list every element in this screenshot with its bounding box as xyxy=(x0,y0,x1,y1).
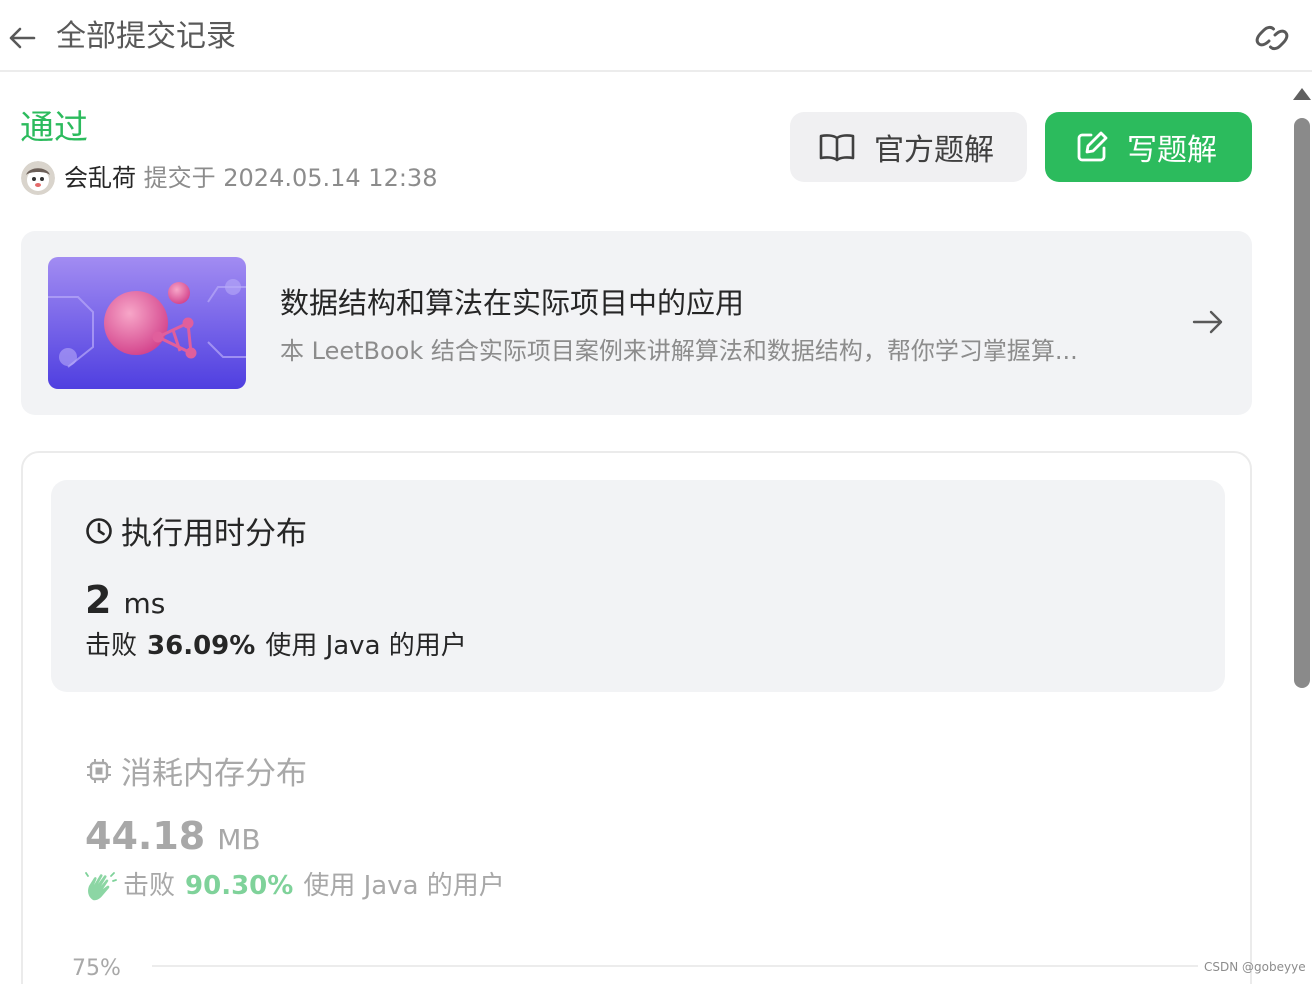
book-cover-image xyxy=(48,257,246,389)
memory-beats-prefix: 击败 xyxy=(123,871,176,901)
runtime-heading: 执行用时分布 xyxy=(85,508,307,553)
memory-beats-suffix: 使用 Java 的用户 xyxy=(303,871,505,901)
edit-pencil-icon xyxy=(1077,131,1108,162)
top-bar: 全部提交记录 xyxy=(0,0,1312,72)
write-solution-button[interactable]: 写题解 xyxy=(1045,112,1252,182)
runtime-value-row: 2 ms xyxy=(85,578,165,622)
arrow-right-icon xyxy=(1192,310,1223,334)
runtime-panel[interactable]: 执行用时分布 2 ms 击败 36.09% 使用 Java 的用户 xyxy=(51,480,1225,692)
watermark: CSDN @gobeyye xyxy=(1204,960,1306,974)
clock-icon xyxy=(86,517,112,544)
memory-value-row: 44.18 MB xyxy=(85,814,261,858)
y-tick-label: 75% xyxy=(72,956,121,981)
vertical-scrollbar[interactable] xyxy=(1290,86,1312,984)
runtime-beats-prefix: 击败 xyxy=(85,631,138,661)
back-arrow-icon[interactable] xyxy=(6,22,38,54)
book-open-icon xyxy=(819,134,855,162)
scrollbar-thumb[interactable] xyxy=(1294,118,1310,688)
memory-beats: 击败 90.30% 使用 Java 的用户 xyxy=(85,868,505,904)
chart-gridline xyxy=(152,965,1198,967)
memory-value: 44.18 xyxy=(85,814,206,858)
page-title: 全部提交记录 xyxy=(56,19,236,54)
memory-panel[interactable]: 消耗内存分布 44.18 MB 击败 90.30% 使用 Java 的用户 xyxy=(51,718,1225,901)
submission-meta: 会乱荷 提交于 2024.05.14 12:38 xyxy=(64,160,437,196)
runtime-unit: ms xyxy=(123,587,166,620)
clapping-hands-icon xyxy=(85,872,117,901)
leetbook-card[interactable]: 数据结构和算法在实际项目中的应用 本 LeetBook 结合实际项目案例来讲解算… xyxy=(21,231,1252,415)
avatar-image xyxy=(21,161,55,195)
performance-stats-card: 执行用时分布 2 ms 击败 36.09% 使用 Java 的用户 消耗内存分布… xyxy=(21,451,1252,984)
runtime-beats: 击败 36.09% 使用 Java 的用户 xyxy=(85,628,467,664)
runtime-beats-suffix: 使用 Java 的用户 xyxy=(265,631,467,661)
user-name[interactable]: 会乱荷 xyxy=(64,164,136,192)
write-solution-label: 写题解 xyxy=(1127,133,1217,168)
runtime-value: 2 xyxy=(85,578,112,622)
submission-status: 通过 xyxy=(20,108,88,148)
memory-chip-icon xyxy=(87,758,111,783)
book-description: 本 LeetBook 结合实际项目案例来讲解算法和数据结构，帮你学习掌握算... xyxy=(280,337,1078,365)
memory-heading: 消耗内存分布 xyxy=(85,748,307,793)
book-title: 数据结构和算法在实际项目中的应用 xyxy=(280,286,745,320)
scroll-up-arrow-icon[interactable] xyxy=(1293,88,1311,100)
share-link-icon[interactable] xyxy=(1252,18,1292,58)
memory-beats-percent: 90.30% xyxy=(185,871,294,901)
submission-time: 提交于 2024.05.14 12:38 xyxy=(143,164,438,192)
user-avatar[interactable] xyxy=(21,161,55,195)
memory-unit: MB xyxy=(217,823,261,856)
official-solution-button[interactable]: 官方题解 xyxy=(790,112,1027,182)
runtime-beats-percent: 36.09% xyxy=(147,631,256,661)
memory-heading-text: 消耗内存分布 xyxy=(121,756,307,792)
runtime-heading-text: 执行用时分布 xyxy=(121,516,307,552)
distribution-chart: 75% xyxy=(70,950,1200,984)
official-solution-label: 官方题解 xyxy=(874,133,994,168)
